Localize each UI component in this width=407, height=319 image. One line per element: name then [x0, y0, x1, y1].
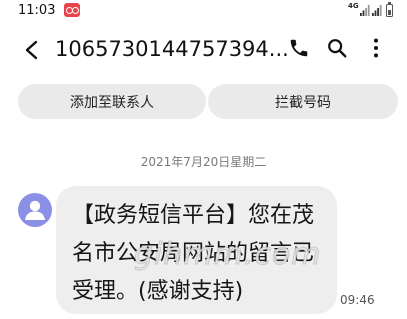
- phone-icon[interactable]: [288, 37, 310, 59]
- signal-strength-icon-2: [372, 5, 382, 16]
- signal-strength-icon: [360, 5, 370, 16]
- conversation-date: 2021年7月20日星期二: [140, 155, 267, 169]
- status-time: 11:03: [18, 3, 56, 18]
- back-icon[interactable]: [18, 36, 46, 64]
- add-to-contacts-button[interactable]: 添加至联系人: [18, 84, 206, 119]
- more-vertical-icon[interactable]: [366, 37, 386, 59]
- battery-level-fill: [388, 10, 391, 15]
- block-number-button[interactable]: 拦截号码: [208, 84, 398, 119]
- search-icon[interactable]: [326, 37, 348, 59]
- sender-avatar-icon[interactable]: [18, 193, 52, 227]
- network-type-label: 4G: [348, 2, 359, 10]
- message-text: 【政务短信平台】您在茂名市公安局网站的留言已受理。(感谢支持): [72, 203, 315, 304]
- status-bar: 11:03 4G: [0, 0, 407, 24]
- message-bubble[interactable]: 【政务短信平台】您在茂名市公安局网站的留言已受理。(感谢支持): [56, 186, 337, 314]
- conversation-title: 1065730144757394...: [55, 37, 289, 61]
- battery-icon: [386, 2, 393, 17]
- app-notification-icon: [64, 3, 80, 17]
- conversation-header: 1065730144757394...: [0, 28, 407, 70]
- message-timestamp: 09:46: [340, 293, 375, 307]
